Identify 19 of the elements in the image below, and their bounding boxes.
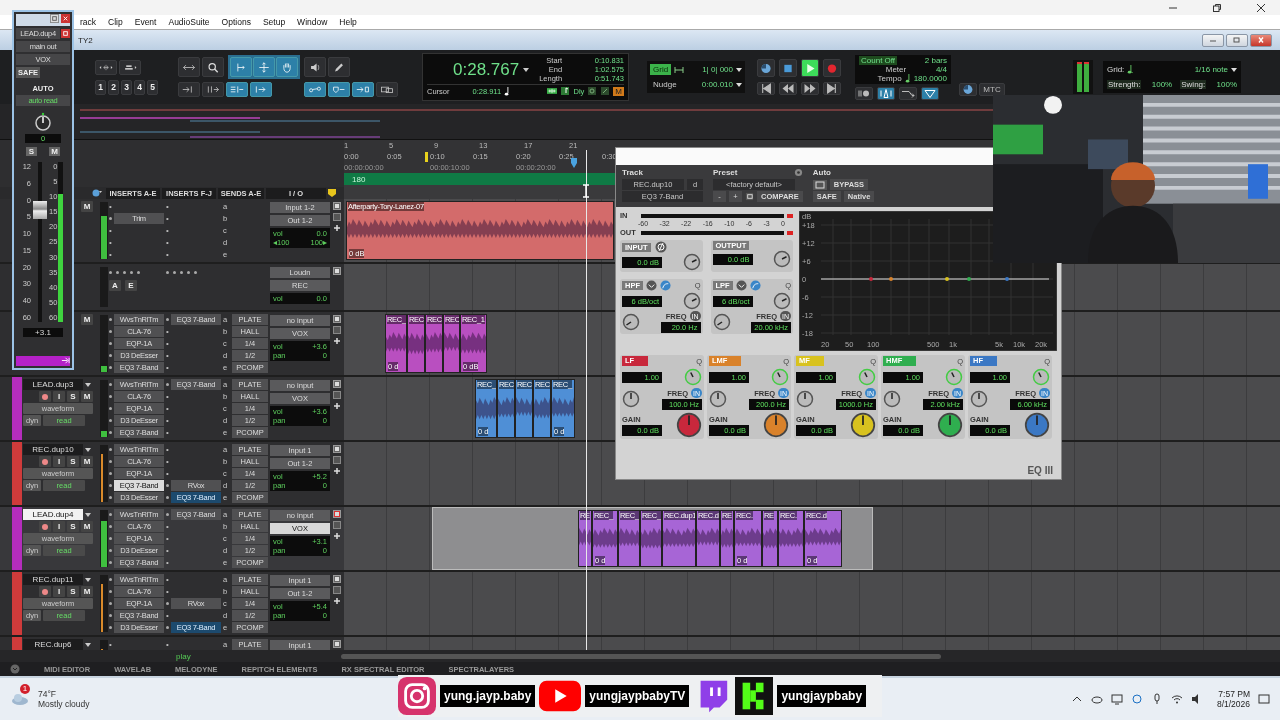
notification-badge: 1	[20, 684, 30, 694]
preset-label: Preset	[713, 167, 738, 178]
meter-label: Meter	[885, 64, 907, 74]
plugin-logo: EQ III	[1027, 465, 1053, 476]
social-handle: yungjaypbaby	[777, 685, 867, 707]
temperature: 74°F	[38, 689, 58, 699]
playback-mode-label: play	[176, 651, 191, 661]
auto-label: Auto	[812, 167, 832, 178]
swing-label: Swing:	[1180, 80, 1207, 89]
grid-label: Grid:	[1107, 65, 1125, 74]
weather-text: Mostly cloudy	[38, 699, 90, 709]
window-title: TY2	[78, 35, 93, 45]
social-handle: yung.jayp.baby	[440, 685, 536, 707]
tempo-label: Tempo	[877, 73, 902, 83]
track-label: Track	[622, 167, 644, 178]
social-handle: yungjaypbabyTV	[585, 685, 690, 707]
nudge-label: Nudge	[652, 79, 678, 90]
count-off-bars: 2 bars	[924, 55, 947, 65]
strength-label: Strength:	[1107, 80, 1142, 89]
